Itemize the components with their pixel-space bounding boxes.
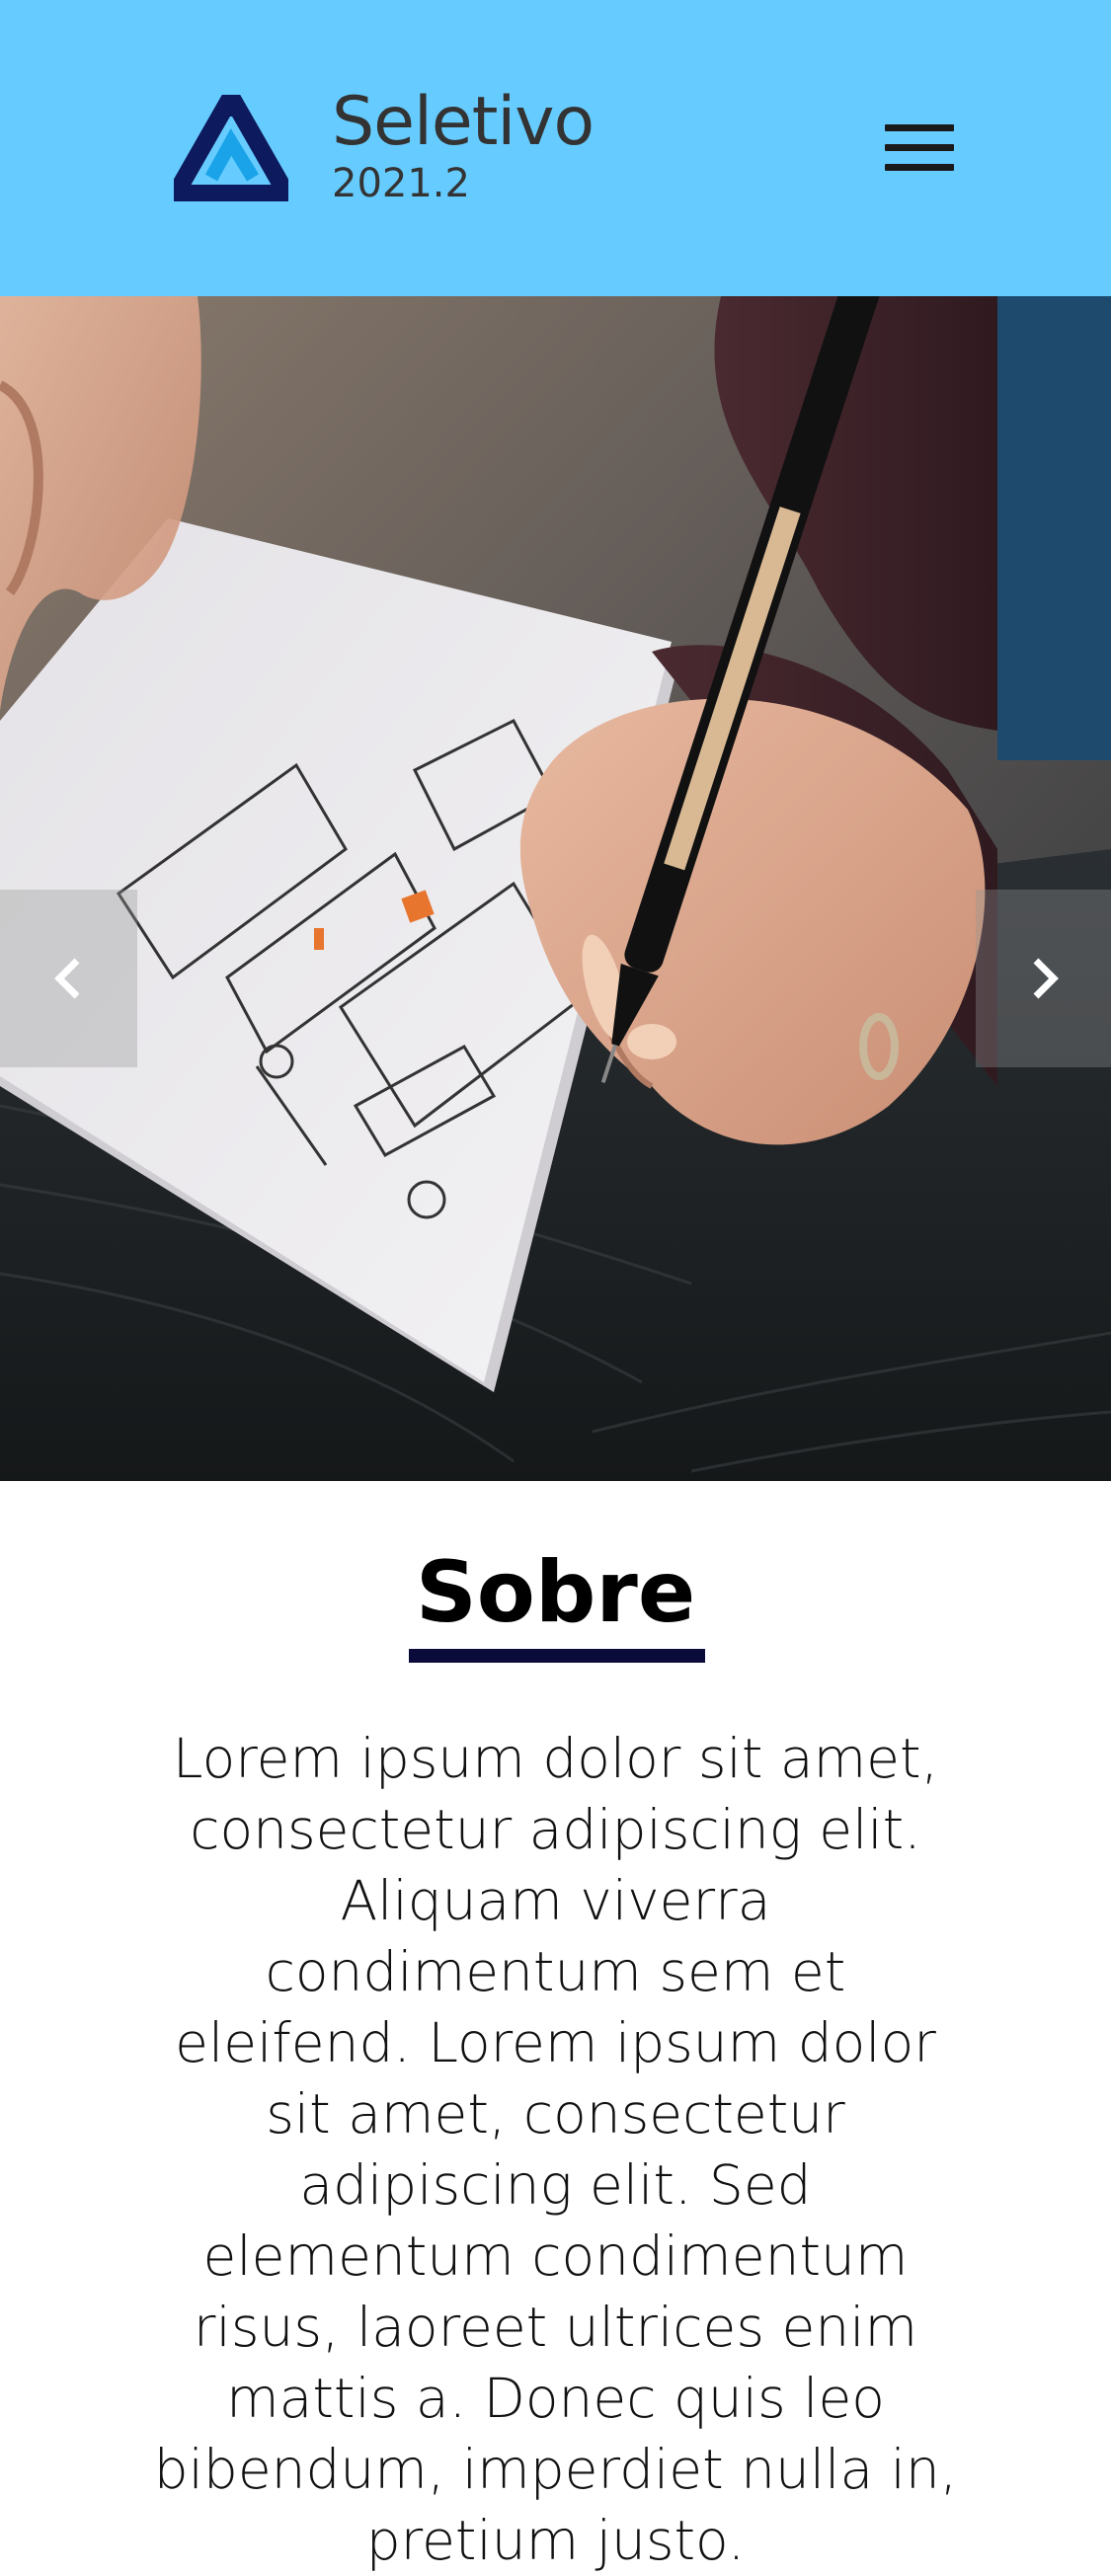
about-heading: Sobre (415, 1543, 696, 1642)
about-body-text: Lorem ipsum dolor sit amet, consectetur … (153, 1727, 958, 2572)
app-title: Seletivo (332, 83, 595, 161)
app-header: Seletivo 2021.2 (0, 0, 1111, 296)
menu-bar-middle (885, 144, 954, 151)
chevron-right-icon (1033, 958, 1059, 999)
hero-photo (0, 296, 1111, 1481)
hamburger-menu-icon[interactable] (885, 117, 956, 180)
triangle-logo-icon[interactable] (174, 95, 288, 201)
about-heading-underline (409, 1649, 705, 1663)
menu-bar-top (885, 124, 954, 131)
menu-bar-bottom (885, 164, 954, 171)
carousel-next-button[interactable] (976, 890, 1111, 1067)
chevron-left-icon (53, 958, 79, 999)
carousel-prev-button[interactable] (0, 890, 137, 1067)
app-subtitle: 2021.2 (332, 161, 470, 206)
hero-carousel (0, 296, 1111, 1481)
